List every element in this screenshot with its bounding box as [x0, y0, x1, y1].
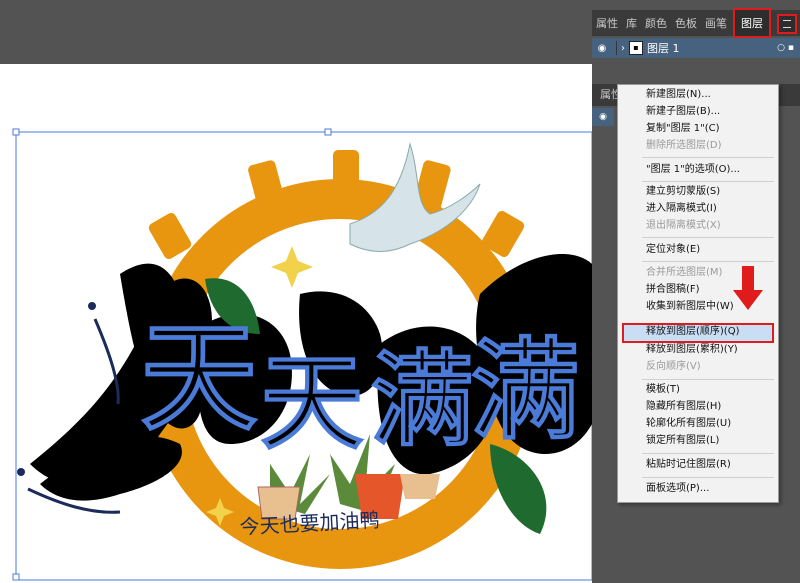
menu-item-layer-options[interactable]: "图层 1"的选项(O)...	[646, 163, 740, 177]
menu-item-template[interactable]: 模板(T)	[646, 383, 680, 397]
expand-chevron-icon[interactable]: ›	[621, 43, 625, 54]
title-char: 天	[260, 342, 364, 464]
tab-color[interactable]: 颜色	[641, 15, 671, 31]
menu-divider	[642, 453, 774, 454]
title-char: 满	[470, 327, 580, 455]
menu-item-duplicate-layer[interactable]: 复制"图层 1"(C)	[646, 122, 720, 136]
menu-item-release-sequence[interactable]: 释放到图层(顺序)(Q)	[646, 325, 739, 339]
tab-libraries[interactable]: 库	[622, 15, 641, 31]
menu-item-make-clipping-mask[interactable]: 建立剪切蒙版(S)	[646, 185, 720, 199]
layer-name[interactable]: 图层 1	[647, 40, 680, 56]
eye-icon[interactable]: ◉	[592, 43, 612, 54]
menu-item-locate-object[interactable]: 定位对象(E)	[646, 243, 700, 257]
menu-item-flatten-artwork[interactable]: 拼合图稿(F)	[646, 283, 700, 297]
layer-thumbnail: ▪	[629, 41, 643, 55]
target-icon[interactable]: ○ ▪	[777, 43, 794, 53]
eye-icon[interactable]: ◉	[592, 108, 614, 126]
menu-divider	[642, 157, 774, 158]
panel-tabs: 属性 库 颜色 色板 画笔 图层	[592, 10, 800, 36]
menu-item-panel-options[interactable]: 面板选项(P)...	[646, 482, 709, 496]
selection-handle[interactable]	[13, 574, 19, 580]
decor-dot	[88, 302, 96, 310]
tab-layers[interactable]: 图层	[733, 8, 771, 38]
panel-menu-button[interactable]	[777, 14, 797, 34]
menu-divider	[642, 181, 774, 182]
layer-row[interactable]: ◉ › ▪ 图层 1 ○ ▪	[592, 38, 800, 58]
title-char: 天	[140, 309, 258, 447]
artwork[interactable]: 天 天 满 满 今天也要加油鸭	[0, 64, 592, 583]
top-bar	[0, 0, 800, 10]
menu-item-new-layer[interactable]: 新建图层(N)...	[646, 88, 711, 102]
canvas[interactable]: 天 天 满 满 今天也要加油鸭	[0, 64, 592, 583]
menu-item-hide-all-layers[interactable]: 隐藏所有图层(H)	[646, 400, 721, 414]
menu-divider	[642, 237, 774, 238]
title-char: 满	[370, 339, 474, 461]
menu-item-collect-in-new-layer[interactable]: 收集到新图层中(W)	[646, 300, 734, 314]
sparkle-icon	[271, 246, 313, 288]
workspace-header	[0, 10, 592, 64]
tab-properties[interactable]: 属性	[592, 15, 622, 31]
menu-item-delete-selection[interactable]: 删除所选图层(D)	[646, 139, 722, 153]
menu-item-outline-all-layers[interactable]: 轮廓化所有图层(U)	[646, 417, 731, 431]
flower-pot	[400, 474, 440, 499]
menu-item-paste-remembers-layers[interactable]: 粘贴时记住图层(R)	[646, 458, 731, 472]
menu-item-lock-all-layers[interactable]: 锁定所有图层(L)	[646, 434, 719, 448]
menu-item-exit-isolation[interactable]: 退出隔离模式(X)	[646, 219, 721, 233]
menu-icon	[783, 20, 791, 28]
menu-divider	[642, 379, 774, 380]
decor-dot	[17, 468, 25, 476]
menu-item-release-build[interactable]: 释放到图层(累积)(Y)	[646, 343, 738, 357]
menu-item-new-sublayer[interactable]: 新建子图层(B)...	[646, 105, 720, 119]
leaf	[490, 444, 546, 534]
menu-item-merge-selected[interactable]: 合并所选图层(M)	[646, 266, 722, 280]
menu-divider	[642, 261, 774, 262]
menu-divider	[642, 477, 774, 478]
menu-item-reverse-order[interactable]: 反向顺序(V)	[646, 360, 701, 374]
menu-item-enter-isolation[interactable]: 进入隔离模式(I)	[646, 202, 717, 216]
down-arrow-icon	[733, 266, 763, 310]
selection-handle[interactable]	[13, 129, 19, 135]
tab-swatches[interactable]: 色板	[671, 15, 701, 31]
selection-handle[interactable]	[325, 129, 331, 135]
divider	[616, 41, 617, 55]
tab-brushes[interactable]: 画笔	[701, 15, 731, 31]
